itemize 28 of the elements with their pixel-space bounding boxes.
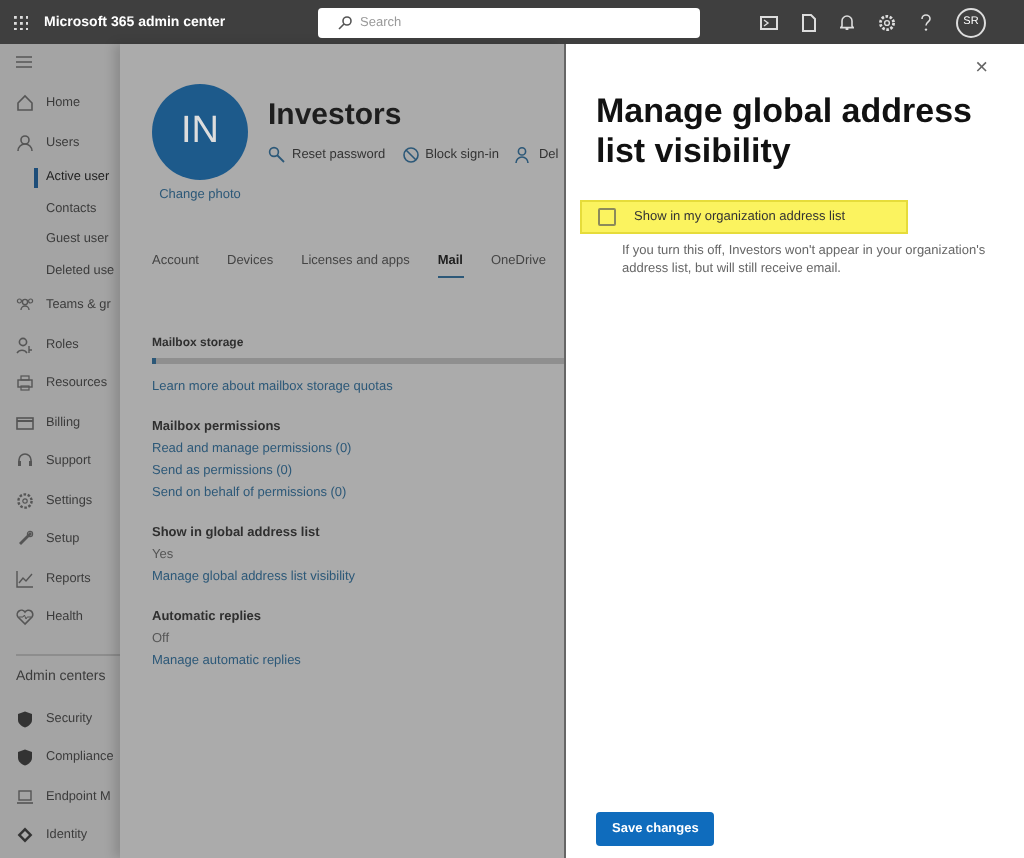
close-button[interactable]: × — [975, 58, 988, 80]
person-icon — [514, 146, 533, 164]
diamond-icon — [16, 826, 34, 845]
panel-title: Manage global address list visibility — [596, 92, 974, 174]
home-icon — [16, 94, 34, 113]
laptop-icon — [16, 787, 34, 806]
shield-icon — [16, 748, 34, 767]
app-launcher-icon[interactable] — [14, 15, 28, 29]
headset-icon — [16, 452, 34, 471]
document-icon[interactable] — [802, 13, 816, 31]
user-name: Investors — [268, 98, 404, 132]
group-icon — [16, 296, 34, 315]
help-icon[interactable] — [920, 13, 932, 31]
screen-icon[interactable] — [760, 15, 778, 29]
line-chart-icon — [16, 569, 34, 588]
card-icon — [16, 413, 34, 432]
person-icon — [16, 133, 34, 152]
shield-icon — [16, 709, 34, 728]
checkbox[interactable] — [598, 207, 616, 226]
block-icon — [401, 146, 420, 164]
user-avatar: IN — [152, 84, 248, 180]
bell-icon[interactable] — [840, 14, 854, 30]
printer-icon — [16, 374, 34, 393]
heart-icon — [16, 608, 34, 627]
settings-icon — [16, 491, 34, 510]
wrench-icon — [16, 530, 34, 549]
settings-icon[interactable] — [878, 13, 896, 31]
person-key-icon — [16, 335, 34, 354]
